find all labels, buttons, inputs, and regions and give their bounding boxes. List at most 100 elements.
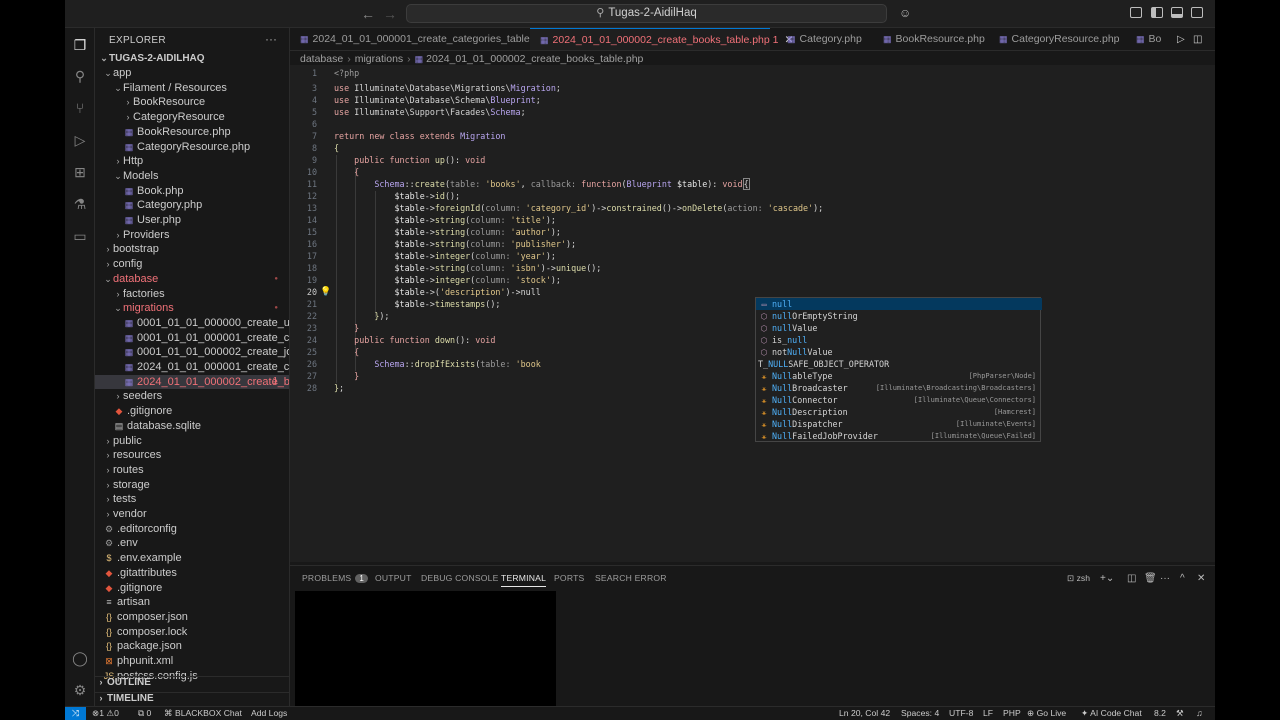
tree-item[interactable]: {} composer.json (95, 610, 289, 625)
terminal-view[interactable] (295, 591, 556, 707)
go-live-status[interactable]: ⊕ Go Live (1027, 708, 1066, 719)
suggestion-item[interactable]: ⚹ NullFailedJobProvider [Illuminate\Queue\… (756, 430, 1042, 442)
toggle-panel-icon[interactable] (1171, 7, 1183, 18)
tab-output[interactable]: OUTPUT (375, 573, 412, 583)
tab-category-model[interactable]: ▦ Category.php (777, 28, 873, 50)
tree-item[interactable]: › bootstrap (95, 242, 289, 257)
tab-category-resource[interactable]: ▦ CategoryResource.php (989, 28, 1125, 50)
tree-item[interactable]: ≡ artisan (95, 595, 289, 610)
tab-search-error[interactable]: SEARCH ERROR (595, 573, 667, 583)
tree-item[interactable]: ⌄app (95, 66, 289, 81)
suggestion-item[interactable]: ⚹ NullBroadcaster [Illuminate\Broadcasting… (756, 382, 1042, 394)
tree-item[interactable]: ▦0001_01_01_000000_create_users_t... (95, 316, 289, 331)
ports-status[interactable]: ⧉ 0 (138, 708, 151, 719)
code-editor[interactable]: 1 3 4 5 6 7 8 9 10 11 12 13 14 15 16 17 18 19 20 21 22 23 24 25… (290, 65, 1215, 562)
tree-item[interactable]: ◆ .gitignore (95, 581, 289, 596)
blackbox-chat-status[interactable]: ⌘ BLACKBOX Chat (164, 708, 242, 719)
breadcrumb-item[interactable]: database (300, 53, 343, 65)
new-terminal-icon[interactable]: +⌄ (1100, 573, 1114, 584)
eol-status[interactable]: LF (983, 708, 993, 718)
tree-item[interactable]: ◆ .gitignore (95, 404, 289, 419)
tree-item[interactable]: {} composer.lock (95, 625, 289, 640)
more-actions-icon[interactable]: ··· (1160, 573, 1170, 584)
source-control-icon[interactable]: ⑂ (72, 100, 88, 116)
outline-section[interactable]: › OUTLINE (95, 676, 289, 690)
tree-item[interactable]: ▦0001_01_01_000001_create_cache_t... (95, 331, 289, 346)
tree-item[interactable]: › config (95, 257, 289, 272)
suggestion-item[interactable]: ⚹ NullConnector [Illuminate\Queue\Connecto… (756, 394, 1042, 406)
tree-item[interactable]: › public (95, 434, 289, 449)
suggestion-item[interactable]: ⬡ nullOrEmptyString (756, 310, 1042, 322)
tree-item[interactable]: {} package.json (95, 639, 289, 654)
more-actions-icon[interactable]: ··· (265, 32, 277, 46)
tree-item[interactable]: ▦ Category.php (95, 198, 289, 213)
back-arrow-icon[interactable]: ← (361, 6, 375, 22)
run-icon[interactable]: ▷ (1177, 28, 1185, 50)
suggestion-item[interactable]: ⬡ nullValue (756, 322, 1042, 334)
tree-item[interactable]: ▦2024_01_01_000001_create_categor... (95, 360, 289, 375)
tree-item[interactable]: ▦ CategoryResource.php (95, 140, 289, 155)
suggestion-item[interactable]: T_NULLSAFE_OBJECT_OPERATOR (756, 358, 1042, 370)
tree-item[interactable]: $ .env.example (95, 551, 289, 566)
tree-item[interactable]: ▦ Book.php (95, 184, 289, 199)
encoding-status[interactable]: UTF-8 (949, 708, 973, 718)
tree-item[interactable]: ▦ User.php (95, 213, 289, 228)
tree-item[interactable]: ▦ BookResource.php (95, 125, 289, 140)
tree-item[interactable]: › Providers (95, 228, 289, 243)
suggestion-item[interactable]: ⬡ is_null (756, 334, 1042, 346)
problems-status[interactable]: ⊗1 ⚠0 (92, 708, 119, 719)
forward-arrow-icon[interactable]: → (383, 6, 397, 22)
tree-item[interactable]: › BookResource (95, 95, 289, 110)
maximize-panel-icon[interactable]: ^ (1180, 573, 1185, 584)
tree-item[interactable]: › routes (95, 463, 289, 478)
tree-item[interactable]: ⌄migrations ● (95, 301, 289, 316)
tab-problems[interactable]: PROBLEMS 1 (302, 573, 369, 583)
notifications-icon[interactable]: ♫ (1196, 708, 1202, 718)
tab-categories-migration[interactable]: ▦ 2024_01_01_000001_create_categories_tab… (290, 28, 550, 50)
add-logs-status[interactable]: Add Logs (251, 708, 287, 718)
tree-item[interactable]: › vendor (95, 507, 289, 522)
tree-item[interactable]: ▦0001_01_01_000002_create_jobs_ta... (95, 345, 289, 360)
language-mode[interactable]: PHP (1003, 708, 1021, 718)
chat-icon[interactable]: ▭ (72, 228, 88, 244)
split-editor-icon[interactable]: ◫ (1193, 28, 1202, 50)
tree-item[interactable]: › resources (95, 448, 289, 463)
breadcrumb-item[interactable]: migrations (355, 53, 403, 65)
suggestion-item[interactable]: ▭ null (756, 298, 1042, 310)
tree-item[interactable]: › storage (95, 478, 289, 493)
tree-item[interactable]: › CategoryResource (95, 110, 289, 125)
tree-item[interactable]: ◆ .gitattributes (95, 566, 289, 581)
tree-item[interactable]: ⌄database ● (95, 272, 289, 287)
close-panel-icon[interactable]: ✕ (1197, 573, 1205, 584)
breadcrumb-item[interactable]: 2024_01_01_000002_create_books_table.php (426, 53, 643, 65)
search-view-icon[interactable]: ⚲ (72, 68, 88, 84)
tab-book-resource[interactable]: ▦ BookResource.php (873, 28, 985, 50)
toggle-sidebar-icon[interactable] (1151, 7, 1163, 18)
tree-item[interactable]: › Http (95, 154, 289, 169)
remote-indicator-icon[interactable]: ⤨ (65, 707, 86, 720)
workspace-root[interactable]: ⌄TUGAS-2-AIDILHAQ (95, 51, 289, 66)
command-center-search[interactable]: ⚲ Tugas-2-AidilHaq (406, 4, 887, 23)
php-version-status[interactable]: 8.2 (1154, 708, 1166, 718)
tab-ports[interactable]: PORTS (554, 573, 584, 583)
terminal-shell-selector[interactable]: ⊡ zsh (1067, 573, 1090, 584)
timeline-section[interactable]: › TIMELINE (95, 692, 289, 706)
trash-icon[interactable]: 🗑 (1144, 573, 1157, 584)
tree-item[interactable]: ⌄Filament / Resources (95, 81, 289, 96)
settings-gear-icon[interactable]: ⚙ (72, 682, 88, 698)
suggestion-item[interactable]: ⚹ NullDescription [Hamcrest] (756, 406, 1042, 418)
wrench-icon[interactable]: ⚒ (1176, 708, 1184, 719)
run-debug-icon[interactable]: ▷ (72, 132, 88, 148)
layout-customize-icon[interactable] (1130, 7, 1142, 18)
tab-books-migration[interactable]: ▦ 2024_01_01_000002_create_books_table.ph… (530, 28, 793, 50)
tree-item[interactable]: › tests (95, 492, 289, 507)
suggestion-item[interactable]: ⚹ NullDispatcher [Illuminate\Events] (756, 418, 1042, 430)
tab-truncated[interactable]: ▦ Bo (1126, 28, 1161, 50)
tree-item[interactable]: ⚙ .editorconfig (95, 522, 289, 537)
copilot-icon[interactable]: ☺ (899, 6, 911, 20)
account-icon[interactable]: ◯ (72, 650, 88, 666)
tree-item[interactable]: ▦ 2024_01_01_000002_create_bo... 1 (95, 374, 289, 390)
toggle-secondary-sidebar-icon[interactable] (1191, 7, 1203, 18)
tab-debug-console[interactable]: DEBUG CONSOLE (421, 573, 499, 583)
explorer-icon[interactable]: ❐ (72, 37, 88, 53)
